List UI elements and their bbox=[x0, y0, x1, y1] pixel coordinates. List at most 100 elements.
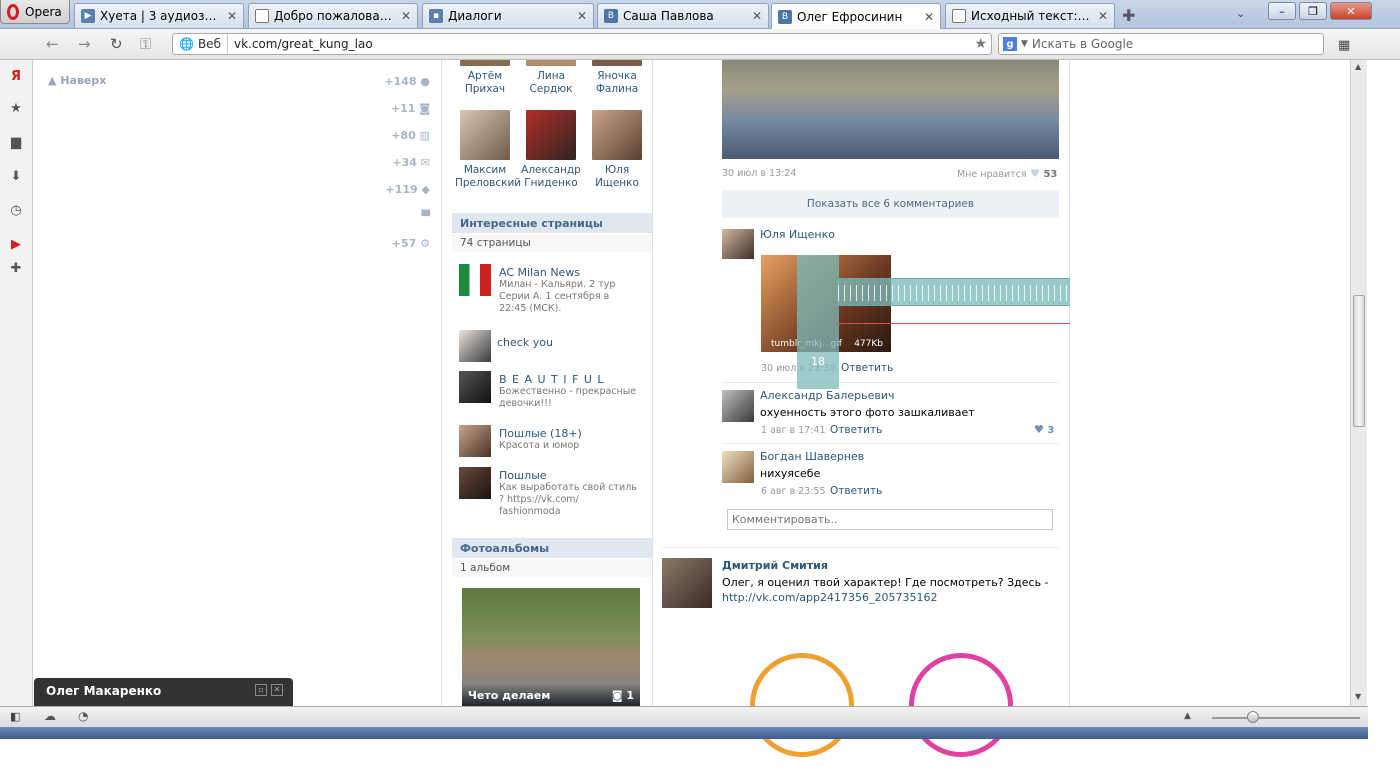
comment-avatar[interactable] bbox=[722, 390, 754, 422]
tab-welcome[interactable]: Добро пожаловать | В... ✕ bbox=[248, 3, 418, 28]
scrollbar-thumb[interactable] bbox=[1353, 295, 1365, 427]
page-item[interactable]: Пошлые (18+) Красота и юмор bbox=[459, 425, 649, 459]
forward-arrow-icon[interactable]: → bbox=[78, 35, 91, 53]
friend-item[interactable]: Юля Ищенко bbox=[587, 110, 647, 190]
key-icon[interactable]: ⚿ bbox=[140, 35, 151, 53]
counter-groups[interactable]: +119 ◆ bbox=[350, 183, 431, 196]
speed-dial-icon[interactable]: ◔ bbox=[78, 709, 88, 723]
reply-link[interactable]: Ответить bbox=[830, 485, 882, 497]
comment-avatar[interactable] bbox=[722, 229, 754, 259]
page-name[interactable]: Пошлые bbox=[499, 469, 547, 482]
address-web-badge[interactable]: 🌐 Веб bbox=[173, 34, 228, 54]
history-clock-icon[interactable]: ◷ bbox=[8, 202, 24, 218]
post-author-avatar[interactable] bbox=[662, 558, 712, 608]
page-name[interactable]: B E A U T I F U L bbox=[499, 373, 605, 386]
comment-date[interactable]: 1 авг в 17:41 bbox=[761, 425, 826, 436]
friend-item[interactable]: Лина Сердюк bbox=[521, 60, 581, 96]
close-icon[interactable]: ✕ bbox=[227, 9, 237, 23]
counter-videos[interactable]: +80 ▥ bbox=[350, 129, 430, 142]
close-icon[interactable]: ✕ bbox=[401, 9, 411, 23]
chevron-down-icon[interactable]: ▼ bbox=[1021, 39, 1028, 49]
album-cover[interactable]: Чето делаем ◙ 1 bbox=[462, 588, 640, 706]
interesting-pages-header[interactable]: Интересные страницы bbox=[452, 213, 652, 233]
tab-audio[interactable]: ▶ Хуета | 3 аудиозаписи ✕ bbox=[74, 3, 244, 28]
reload-icon[interactable]: ↻ bbox=[110, 35, 123, 53]
chat-window-bar[interactable]: Олег Макаренко ▫ ✕ bbox=[34, 678, 293, 706]
comment-date[interactable]: 6 авг в 23:55 bbox=[761, 486, 826, 497]
friend-item[interactable]: Артём Прихач bbox=[455, 60, 515, 96]
zoom-slider-handle[interactable] bbox=[1247, 711, 1259, 723]
page-item[interactable]: B E A U T I F U L Божественно - прекрасн… bbox=[459, 371, 649, 415]
post-link[interactable]: http://vk.com/app2417356_205735162 bbox=[722, 591, 937, 604]
bookmarks-star-icon[interactable]: ★ bbox=[8, 100, 24, 116]
comment-author[interactable]: Юля Ищенко bbox=[760, 228, 835, 241]
comment-like-button[interactable]: ♥ 3 bbox=[1034, 423, 1054, 436]
grid-menu-icon[interactable]: ▦ bbox=[1338, 38, 1350, 53]
page-item[interactable]: check you bbox=[459, 330, 649, 364]
close-icon[interactable]: ✕ bbox=[924, 10, 934, 24]
post-author[interactable]: Дмитрий Смития bbox=[722, 559, 828, 572]
show-all-comments-button[interactable]: Показать все 6 комментариев bbox=[722, 190, 1059, 218]
cloud-icon[interactable]: ☁ bbox=[44, 709, 56, 723]
comment-avatar[interactable] bbox=[722, 451, 754, 483]
tab-sasha[interactable]: B Саша Павлова ✕ bbox=[597, 3, 769, 28]
page-item[interactable]: AC Milan News Милан - Кальяри. 2 тур Сер… bbox=[459, 264, 649, 320]
new-tab-icon[interactable]: ✚ bbox=[1122, 6, 1135, 25]
scroll-down-arrow-icon[interactable]: ▼ bbox=[1355, 692, 1361, 701]
yandex-icon[interactable]: Я bbox=[8, 68, 24, 84]
post-date[interactable]: 30 июл в 13:24 bbox=[722, 168, 796, 179]
vertical-scrollbar[interactable]: ▲ ▼ bbox=[1350, 60, 1367, 706]
comment-author[interactable]: Александр Балерьевич bbox=[760, 389, 894, 402]
url-text[interactable]: vk.com/great_kung_lao bbox=[228, 37, 373, 51]
page-name[interactable]: check you bbox=[497, 336, 553, 349]
counter-photos[interactable]: +11 ◙ bbox=[350, 102, 430, 115]
reply-link[interactable]: Ответить bbox=[841, 362, 893, 374]
close-window-button[interactable]: ✕ bbox=[1330, 2, 1372, 20]
tab-oleg[interactable]: B Олег Ефросинин ✕ bbox=[771, 3, 941, 29]
back-to-top-link[interactable]: ▲ Наверх bbox=[48, 74, 106, 87]
chat-popout-icon[interactable]: ▫ bbox=[255, 684, 267, 696]
notes-icon[interactable]: ▆ bbox=[8, 134, 24, 150]
address-bar[interactable]: 🌐 Веб vk.com/great_kung_lao ★ bbox=[172, 33, 992, 55]
reply-link[interactable]: Ответить bbox=[830, 424, 882, 436]
zoom-slider-track[interactable] bbox=[1212, 717, 1360, 719]
comment-input[interactable] bbox=[727, 509, 1053, 530]
add-panel-icon[interactable]: ✚ bbox=[8, 260, 24, 276]
friend-item[interactable]: Александр Гниденко bbox=[521, 110, 581, 190]
counter-settings[interactable]: +57 ⚙ bbox=[350, 237, 430, 250]
back-arrow-icon[interactable]: ← bbox=[46, 35, 59, 53]
zoom-up-arrow-icon[interactable]: ▲ bbox=[1184, 711, 1191, 721]
page-item[interactable]: Пошлые Как выработать свой стиль ? https… bbox=[459, 467, 649, 523]
maximize-button[interactable]: ❐ bbox=[1299, 2, 1327, 20]
tab-source[interactable]: Исходный текст: Олег ... ✕ bbox=[945, 3, 1115, 28]
minimize-button[interactable]: – bbox=[1268, 2, 1296, 20]
search-field[interactable]: g ▼ Искать в Google bbox=[998, 33, 1324, 55]
panel-toggle-icon[interactable]: ◧ bbox=[10, 710, 20, 723]
album-photo-count-value: 1 bbox=[626, 689, 634, 702]
close-icon[interactable]: ✕ bbox=[752, 9, 762, 23]
post-photo[interactable] bbox=[722, 60, 1059, 159]
scroll-up-arrow-icon[interactable]: ▲ bbox=[1355, 62, 1361, 71]
friend-item[interactable]: Яночка Фалина bbox=[587, 60, 647, 96]
downloads-icon[interactable]: ⬇ bbox=[8, 168, 24, 184]
close-icon[interactable]: ✕ bbox=[1098, 9, 1108, 23]
tab-menu-chevron-icon[interactable]: ⌄ bbox=[1236, 7, 1245, 20]
counter-friends[interactable]: +148 ● bbox=[350, 75, 430, 88]
like-button[interactable]: Мне нравится ♥ 53 bbox=[957, 167, 1057, 180]
opera-menu-button[interactable]: Opera bbox=[0, 0, 70, 24]
comment-author[interactable]: Богдан Шавернев bbox=[760, 450, 864, 463]
page-name[interactable]: AC Milan News bbox=[499, 266, 580, 279]
close-icon[interactable]: ✕ bbox=[577, 9, 587, 23]
page-name[interactable]: Пошлые (18+) bbox=[499, 427, 582, 440]
bookmark-star-icon[interactable]: ★ bbox=[974, 36, 987, 52]
photo-albums-header[interactable]: Фотоальбомы bbox=[452, 538, 652, 558]
vertical-ruler-overlay[interactable]: 18 bbox=[797, 255, 839, 389]
youtube-icon[interactable]: ▶ bbox=[8, 236, 24, 252]
chat-close-icon[interactable]: ✕ bbox=[271, 684, 283, 696]
counter-messages[interactable]: +34 ✉ bbox=[350, 156, 430, 169]
os-taskbar bbox=[0, 727, 1368, 739]
comment-like-count: 3 bbox=[1047, 425, 1055, 436]
friend-item[interactable]: Максим Преловский bbox=[455, 110, 521, 190]
tab-dialogs[interactable]: ▪ Диалоги ✕ bbox=[422, 3, 594, 28]
counter-comments[interactable]: ▀ bbox=[350, 210, 430, 223]
